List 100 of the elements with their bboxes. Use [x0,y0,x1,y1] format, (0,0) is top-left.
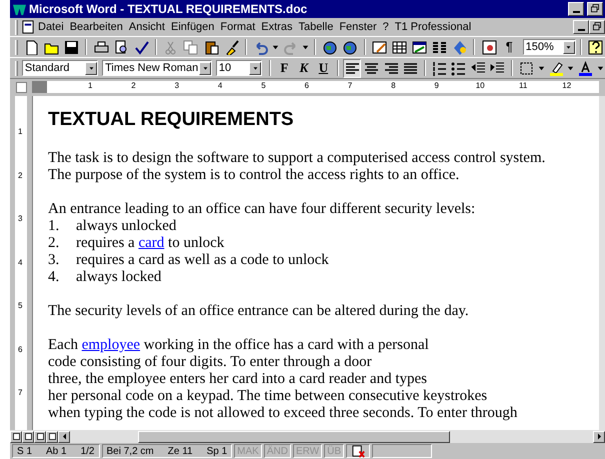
status-text: Ze 11 [168,444,193,458]
link[interactable]: employee [82,337,140,353]
minimize-icon [578,29,584,31]
scroll-thumb[interactable] [138,430,450,442]
underline-button[interactable]: U [314,58,333,78]
ruler-number: 2 [131,80,136,92]
menu-item[interactable]: Einfügen [168,20,218,34]
ruler-number: 7 [348,80,352,92]
list-number: 4. [48,269,60,286]
align-left-button[interactable] [342,58,362,78]
text-line: The purpose of the system is to control the access rights to an office. [48,167,460,184]
menu-item[interactable]: Format [217,20,258,34]
ruler-number: 1 [18,126,22,138]
brush-icon [224,40,239,54]
doc-icon [21,20,35,34]
menu-item[interactable]: Fenster [336,20,380,34]
italic-button[interactable]: K [294,58,314,78]
window-title: Microsoft Word - TEXTUAL REQUIREMENTS.doc [29,1,308,18]
ruler-number: 1 [88,80,92,92]
menu-item[interactable]: Ansicht [126,20,168,34]
document-heading: TEXTUAL REQUIREMENTS [48,108,295,132]
list-item-text: always unlocked [76,218,176,234]
ruler-number: 5 [261,80,266,92]
status-text: Bei 7,2 cm [106,444,154,458]
view-button[interactable] [46,430,58,442]
help-button[interactable] [586,38,605,56]
font-color-button[interactable] [576,58,595,78]
printer-icon [94,40,109,54]
view-button[interactable] [34,430,46,442]
globe-icon [342,40,358,54]
ruler-number: 9 [434,80,439,92]
bullet-list-icon [451,60,466,76]
list-item-text: requires a card to unlock [76,235,224,251]
menu-item[interactable]: Bearbeiten [66,20,126,34]
redo-icon [283,40,298,54]
globe-icon [322,40,338,54]
restore-button[interactable] [587,2,603,16]
minimize-icon [572,11,580,13]
ruler-number: 4 [218,80,222,92]
scissors-icon [163,40,178,54]
scroll-right-button[interactable] [593,430,605,442]
vertical-scrollbar[interactable] [599,96,605,430]
status-text: Ab 1 [46,444,67,458]
numbered-list-icon [432,60,447,76]
bold-button[interactable]: F [275,58,294,78]
view-button[interactable] [10,430,22,442]
ruler-number: 5 [18,300,22,312]
restore-icon [589,3,601,15]
align-right-icon [384,60,399,76]
menu-item[interactable]: ? [380,20,392,34]
size-field[interactable]: 10 [216,60,262,76]
view-button[interactable] [22,430,34,442]
font-color-icon [578,60,594,76]
indent-icon [490,60,506,76]
save-icon [64,40,80,54]
status-panel [372,444,432,458]
list-number: 3. [48,252,60,269]
text-line: code consisting of four digits. To enter through a door [48,354,373,371]
list-number: 1. [48,218,60,235]
menu-item[interactable]: T1 Professional [392,20,474,34]
status-text: Sp 1 [206,444,228,458]
ruler-number: 8 [391,80,396,92]
menu-item[interactable]: Extras [258,20,296,34]
justify-icon [403,60,418,76]
pilcrow-button[interactable]: ¶ [500,38,519,56]
table-icon [392,40,407,54]
paste-icon [204,40,218,54]
book-error-icon [351,444,366,458]
restore-button[interactable] [589,20,605,34]
ruler-number: 3 [18,213,22,225]
zoom-field[interactable]: 150% [522,39,576,55]
scroll-left-button[interactable] [58,430,70,442]
menu-item[interactable]: Datei [35,20,67,34]
text-line: when typing the code is not allowed to exceed three seconds. To enter through [48,405,518,422]
list-item-text: always locked [76,269,162,285]
style-field[interactable]: Standard [22,60,98,76]
ruler-number: 3 [174,80,180,92]
status-text: 1/2 [80,444,94,458]
ruler-number: 2 [18,170,22,182]
print-preview-icon [114,40,129,54]
menu-item[interactable]: Tabelle [295,20,336,34]
restore-icon [591,21,603,33]
word-logo-icon [12,2,26,16]
tab-selector[interactable] [16,82,26,93]
table-edit-icon [372,40,387,54]
ruler-number: 10 [476,80,485,92]
text-line: Each employee working in the office has a card with a personal [48,337,430,354]
link[interactable]: card [138,235,164,251]
font-field[interactable]: Times New Roman [102,60,212,76]
ruler-number: 7 [18,387,22,399]
highlighter-icon [548,60,564,76]
minimize-button[interactable] [568,2,584,16]
minimize-button[interactable] [573,20,589,34]
copy-icon [183,40,198,54]
outdent-icon [470,60,486,76]
ruler-number: 12 [562,80,572,92]
spellcheck-icon [134,40,149,54]
ruler-number: 6 [18,344,22,356]
text-line: The task is to design the software to support a computerised access control system. [48,150,546,167]
align-left-icon [344,60,360,76]
